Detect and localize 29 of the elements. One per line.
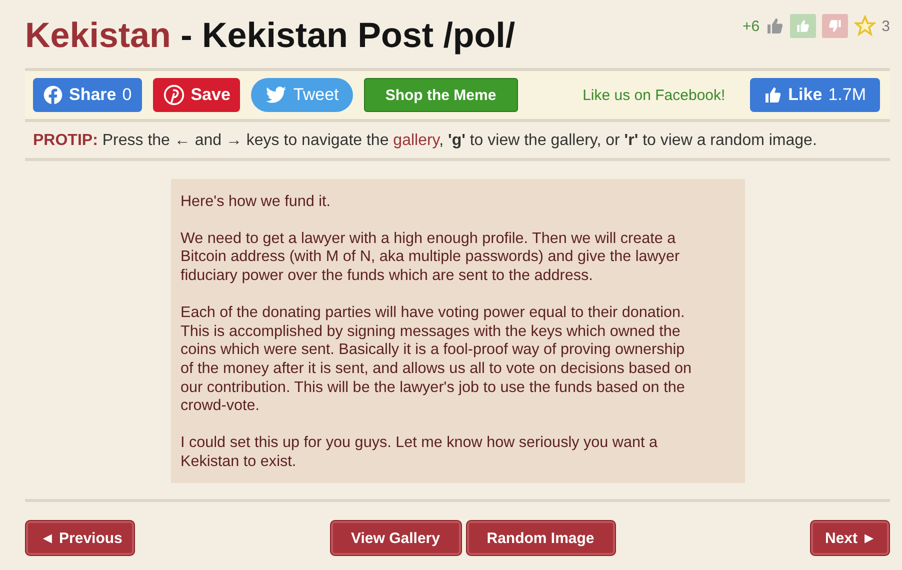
share-button[interactable]: Share 0 [33,78,142,112]
upvote-button[interactable] [790,14,816,38]
like-button[interactable]: Like 1.7M [750,78,880,112]
protip-text: PROTIP: Press the ← and → keys to navigate the gallery, 'g' to view the gallery, or 'r' to view a random image. [33,132,818,150]
post-paragraph: I could set this up for you guys. Let me know how seriously you want a Kekistan to exist. [180,434,658,472]
previous-button[interactable]: ◄ Previous [25,520,135,556]
bird-icon [265,84,288,106]
thumbs-up-icon [766,17,784,35]
facebook-prompt: Like us on Facebook! [582,86,726,104]
downvote-button[interactable] [822,14,848,38]
star-icon [854,15,876,37]
thumbs-down-icon [828,19,842,33]
gallery-button[interactable]: View Gallery [330,520,462,556]
share-button[interactable]: Save [152,78,240,112]
shop-button[interactable]: Shop the Meme [364,78,518,112]
random-button[interactable]: Random Image [466,520,616,556]
post-paragraph: We need to get a lawyer with a high enough profile. Then we will create a Bitcoin address (with M of N, aka multiple passwords) and give the lawyer fiduciary power over the funds which are sent to the address. [180,230,681,286]
page-title: - Kekistan Post /pol/ [180,16,516,55]
next-button[interactable]: Next ► [810,520,890,556]
site-name[interactable]: Kekistan [25,16,171,55]
thumbs-up-icon [796,19,810,33]
facebook-icon [43,85,63,105]
vote-score: +6 [742,18,760,34]
post-paragraph: Here's how we fund it. [180,193,332,212]
thumbs-up-icon [764,86,782,104]
post-paragraph: Each of the donating parties will have voting power equal to their donation. This is accomplished by signing messages with the keys which owned the coins which were sent. Basically it is a fool-proof way of proving ownership of the money after it is sent, and allows us all to vote on decisions based on our contribution. This will be the lawyer's job to use the funds based on the crowd-vote. [180,304,693,416]
gallery-link[interactable]: gallery [393,132,440,149]
pinterest-icon [162,84,185,106]
favorite-count: 3 [882,18,890,34]
